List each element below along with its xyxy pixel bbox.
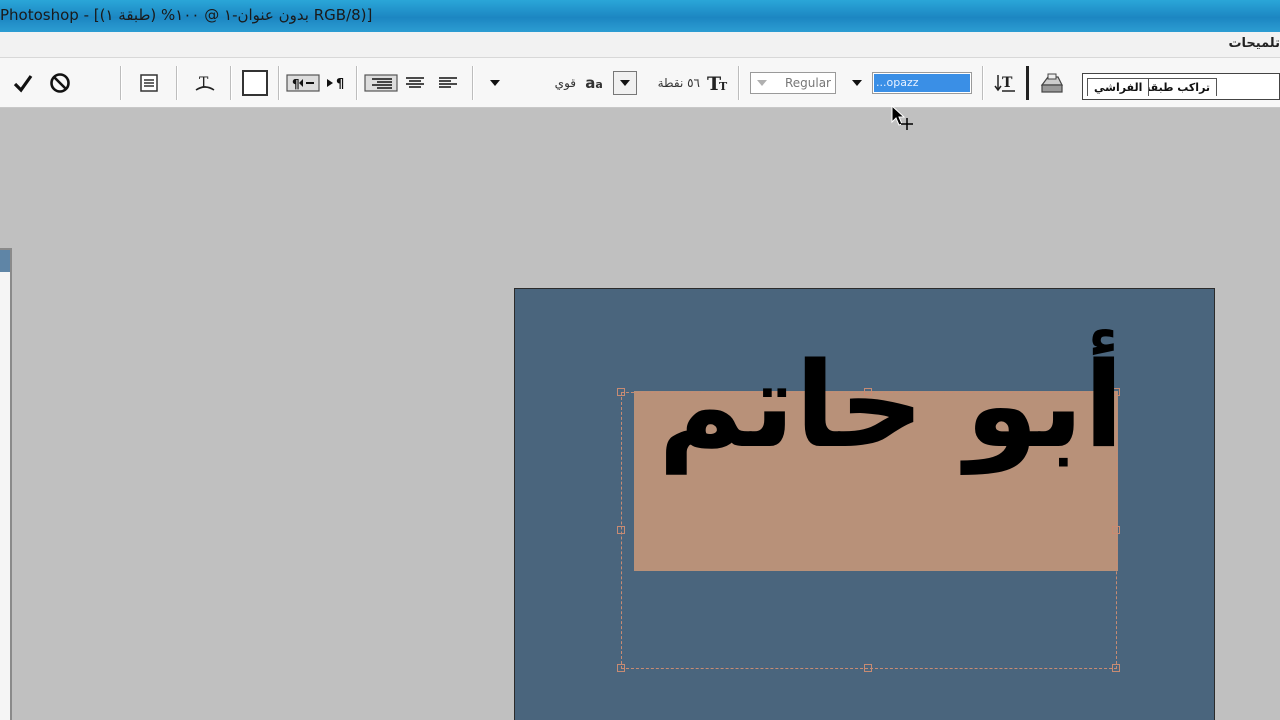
font-size-dropdown-arrow[interactable] [613,71,637,95]
text-orientation-icon[interactable]: T [992,70,1020,96]
bbox-handle-top-left[interactable] [617,388,625,396]
commit-check-icon[interactable] [10,70,36,96]
separator [472,66,474,100]
cancel-icon[interactable] [47,70,73,96]
separator [738,66,740,100]
separator [230,66,232,100]
palettes-icon[interactable] [136,70,162,96]
warp-text-icon[interactable]: T [192,70,218,96]
left-palette-header[interactable] [0,250,10,272]
font-size-field[interactable]: ٥٦ نقطة [638,72,702,94]
separator [120,66,122,100]
bbox-handle-bottom-right[interactable] [1112,664,1120,672]
font-style-dropdown-arrow [757,80,767,86]
font-style-select[interactable]: Regular [750,72,836,94]
menu-item-hints[interactable]: تلميحات [1228,36,1280,51]
mouse-cursor-icon [890,104,916,136]
separator [982,66,984,100]
bbox-handle-middle-left[interactable] [617,526,625,534]
antialias-dropdown-arrow[interactable] [486,72,504,94]
bbox-handle-bottom-left[interactable] [617,664,625,672]
separator [176,66,178,100]
font-family-dropdown-arrow[interactable] [848,72,866,94]
svg-text:T: T [1002,75,1013,91]
align-left-icon[interactable] [435,70,461,96]
svg-text:T: T [719,80,728,93]
separator [356,66,358,100]
text-size-icon: TT [704,70,730,96]
palette-well: تراكب طبقة الفراشي [1082,73,1280,100]
tab-brushes[interactable]: الفراشي [1087,78,1150,96]
svg-text:¶: ¶ [336,77,344,92]
color-swatch-icon[interactable] [241,69,269,97]
ltr-direction-icon[interactable]: ¶ [324,70,350,96]
tool-preset-icon[interactable] [1037,70,1067,96]
align-right-icon[interactable] [364,70,398,96]
bbox-handle-bottom-center[interactable] [864,664,872,672]
align-center-icon[interactable] [402,70,428,96]
window-title: Photoshop - [بدون عنوان-١ @ ١٠٠% (طبقة ١… [0,6,373,24]
canvas-text-layer[interactable]: أبو حاتم [636,330,1124,510]
font-family-field[interactable]: ...opazz [872,72,972,94]
left-palette-edge [0,248,12,720]
rtl-direction-icon[interactable]: ¶ [286,70,320,96]
window-title-bar: Photoshop - [بدون عنوان-١ @ ١٠٠% (طبقة ١… [0,0,1280,32]
separator [1026,66,1029,100]
menu-bar: تلميحات [0,32,1280,58]
bbox-handle-middle-right[interactable] [1112,526,1120,534]
antialias-icon: aa [585,74,603,92]
svg-text:¶: ¶ [292,77,300,91]
separator [278,66,280,100]
antialias-select[interactable]: قوي [504,72,578,94]
